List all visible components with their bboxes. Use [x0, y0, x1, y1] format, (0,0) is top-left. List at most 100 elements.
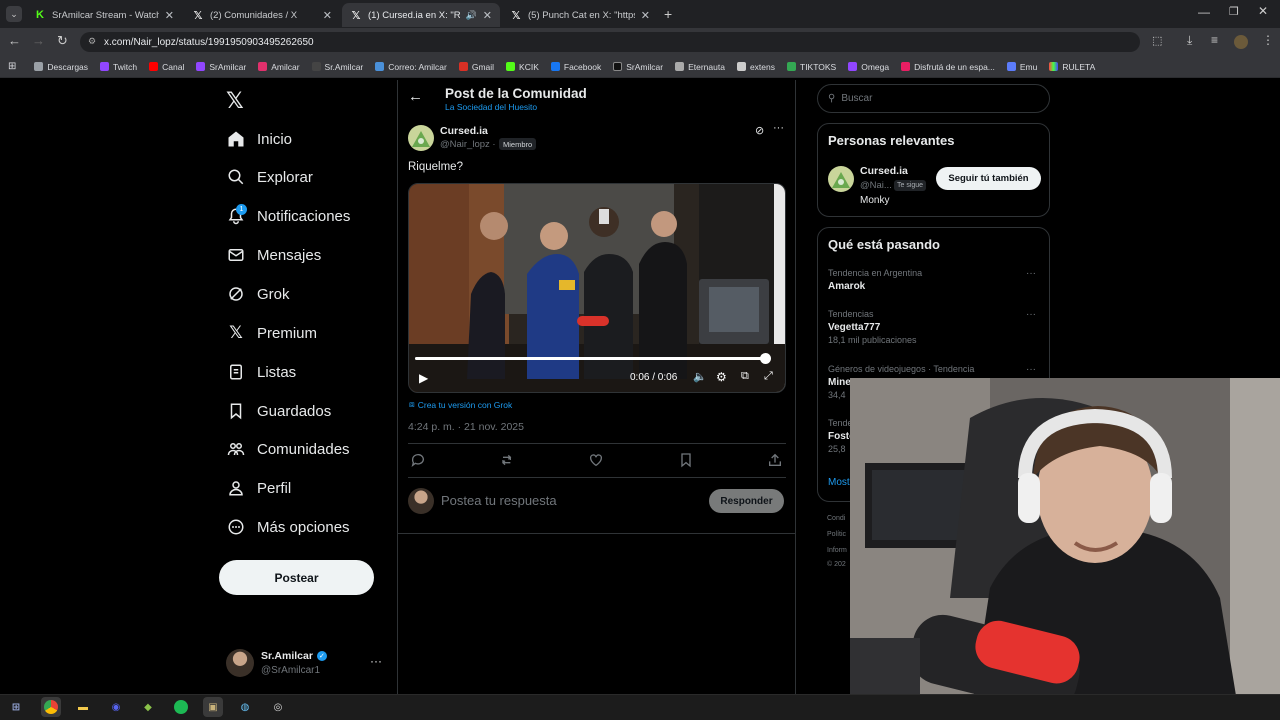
bookmark-tiktoks[interactable]: TIKTOKS	[781, 62, 842, 72]
post-author-handle[interactable]: @Nair_lopz ·	[440, 139, 496, 150]
bookmark-descargas[interactable]: Descargas	[28, 62, 94, 72]
reply-icon[interactable]	[410, 452, 426, 473]
bookmark-canal[interactable]: Canal	[143, 62, 190, 72]
search-input[interactable]: ⚲ Buscar	[817, 84, 1050, 113]
tab-0[interactable]: K SrAmilcar Stream - Watch Live o ✕	[26, 3, 182, 27]
more-icon[interactable]: ···	[1026, 268, 1036, 279]
reply-input[interactable]: Postea tu respuesta	[441, 493, 701, 508]
share-icon[interactable]	[767, 452, 783, 473]
new-tab-icon[interactable]: +	[664, 6, 672, 22]
app-icon[interactable]: ▣	[203, 697, 223, 717]
tab-search-button[interactable]: ⌄	[6, 6, 22, 22]
bookmark-tiktok-sramilcar[interactable]: SrAmilcar	[607, 62, 669, 72]
back-icon[interactable]: ←	[8, 33, 21, 48]
bookmark-eternauta[interactable]: Eternauta	[669, 62, 731, 72]
follow-button[interactable]: Seguir tú también	[936, 167, 1041, 190]
tab-1[interactable]: 𝕏 (2) Comunidades / X ✕	[184, 3, 340, 27]
bookmark-ruleta[interactable]: RULETA	[1043, 62, 1101, 72]
obs-icon[interactable]: ◎	[268, 697, 288, 717]
nav-listas[interactable]: Listas	[227, 357, 296, 387]
reload-icon[interactable]: ↻	[57, 33, 68, 49]
relevant-name[interactable]: Cursed.ia	[860, 165, 908, 177]
nav-guardados[interactable]: Guardados	[227, 396, 331, 426]
close-window-icon[interactable]: ✕	[1258, 4, 1268, 18]
bookmark-facebook[interactable]: Facebook	[545, 62, 607, 72]
back-arrow-icon[interactable]: ←	[408, 88, 423, 105]
windows-start-icon[interactable]: ⊞	[6, 697, 26, 717]
nav-inicio[interactable]: Inicio	[227, 124, 292, 154]
more-icon[interactable]: ···	[1026, 364, 1036, 375]
bookmark-kcik[interactable]: KCIK	[500, 62, 545, 72]
nav-premium[interactable]: 𝕏 Premium	[227, 318, 317, 348]
close-icon[interactable]: ✕	[641, 9, 650, 22]
menu-icon[interactable]: ⋮	[1262, 33, 1274, 47]
video-progress-track[interactable]	[415, 357, 765, 360]
show-more-link[interactable]: Most	[828, 477, 850, 488]
media-icon[interactable]: ≡	[1211, 33, 1218, 47]
bookmark-omega[interactable]: Omega	[842, 62, 895, 72]
relevant-handle[interactable]: @Nai...	[860, 180, 892, 191]
fullscreen-icon[interactable]: ⤢	[764, 370, 773, 383]
more-icon[interactable]: ···	[1026, 309, 1036, 320]
more-icon[interactable]: ···	[370, 654, 382, 668]
reply-button[interactable]: Responder	[709, 489, 784, 513]
nav-explorar[interactable]: Explorar	[227, 162, 313, 192]
bookmark-emu[interactable]: Emu	[1001, 62, 1043, 72]
bookmark-disfruta[interactable]: Disfrutá de un espa...	[895, 62, 1001, 72]
footer-link-terms[interactable]: Condi	[827, 515, 845, 522]
x-logo-icon[interactable]: 𝕏	[226, 88, 244, 114]
tab-3[interactable]: 𝕏 (5) Punch Cat en X: "https://t.co ✕	[502, 3, 658, 27]
bookmark-x-sramilcar[interactable]: Sr.Amilcar	[306, 62, 370, 72]
video-player[interactable]: ▶ 0:06 / 0:06 🔈 ⚙ ⧉ ⤢	[408, 183, 786, 393]
bookmark-sramilcar[interactable]: SrAmilcar	[190, 62, 252, 72]
bookmark-twitch[interactable]: Twitch	[94, 62, 143, 72]
video-scrubber-handle[interactable]	[759, 353, 771, 364]
steam-icon[interactable]: ◍	[235, 697, 255, 717]
play-icon[interactable]: ▶	[419, 371, 428, 385]
chrome-icon[interactable]	[41, 697, 61, 717]
bookmark-amilcar[interactable]: Amilcar	[252, 62, 305, 72]
app-icon[interactable]: ◆	[138, 697, 158, 717]
bookmark-icon[interactable]	[678, 452, 694, 473]
url-field[interactable]: ⚙ x.com/Nair_lopz/status/199195090349526…	[80, 32, 1140, 52]
forward-icon[interactable]: →	[32, 33, 45, 48]
footer-link-info[interactable]: Inform	[827, 547, 847, 554]
close-icon[interactable]: ✕	[483, 9, 492, 22]
account-switcher[interactable]: Sr.Amilcar ✓ @SrAmilcar1 ···	[226, 648, 386, 680]
restore-icon[interactable]: ❐	[1229, 5, 1239, 18]
apps-icon[interactable]: ⊞	[0, 61, 28, 72]
nav-perfil[interactable]: Perfil	[227, 473, 291, 503]
download-icon[interactable]: ⤓	[1187, 33, 1192, 48]
bookmark-correo[interactable]: Correo: Amilcar	[369, 62, 453, 72]
pip-icon[interactable]: ⧉	[741, 370, 749, 383]
repost-icon[interactable]	[499, 452, 515, 473]
file-explorer-icon[interactable]: ▬	[73, 697, 93, 717]
grok-create-link[interactable]: ⧈ Crea tu versión con Grok	[409, 399, 512, 410]
post-author-avatar[interactable]	[408, 125, 434, 151]
post-author-name[interactable]: Cursed.ia	[440, 125, 488, 137]
nav-grok[interactable]: Grok	[227, 279, 290, 309]
spotify-icon[interactable]	[171, 697, 191, 717]
site-info-icon[interactable]: ⚙	[88, 36, 96, 47]
nav-comunidades[interactable]: Comunidades	[227, 434, 350, 464]
nav-mensajes[interactable]: Mensajes	[227, 240, 321, 270]
like-icon[interactable]	[588, 452, 604, 473]
close-icon[interactable]: ✕	[165, 9, 174, 22]
post-button[interactable]: Postear	[219, 560, 374, 595]
trend-item[interactable]: Tendencia en Argentina Amarok ···	[828, 268, 1043, 304]
post-timestamp[interactable]: 4:24 p. m. · 21 nov. 2025	[408, 421, 524, 433]
tab-2[interactable]: 𝕏 (1) Cursed.ia en X: "Riquelm 🔊 ✕	[342, 3, 500, 27]
nav-notificaciones[interactable]: 1 Notificaciones	[227, 201, 350, 231]
profile-avatar[interactable]	[1234, 35, 1248, 49]
bookmark-extens[interactable]: extens	[731, 62, 781, 72]
trend-item[interactable]: Tendencias Vegetta777 18,1 mil publicaci…	[828, 309, 1043, 353]
footer-link-privacy[interactable]: Polític	[827, 531, 846, 538]
avatar[interactable]	[828, 166, 854, 192]
more-icon[interactable]: ···	[773, 122, 784, 134]
close-icon[interactable]: ✕	[323, 9, 332, 22]
minimize-icon[interactable]: —	[1198, 5, 1210, 19]
grok-icon[interactable]: ⊘	[755, 124, 764, 137]
extensions-icon[interactable]: ⬚	[1152, 34, 1162, 47]
community-name[interactable]: La Sociedad del Huesito	[445, 102, 537, 112]
settings-icon[interactable]: ⚙	[716, 370, 727, 384]
